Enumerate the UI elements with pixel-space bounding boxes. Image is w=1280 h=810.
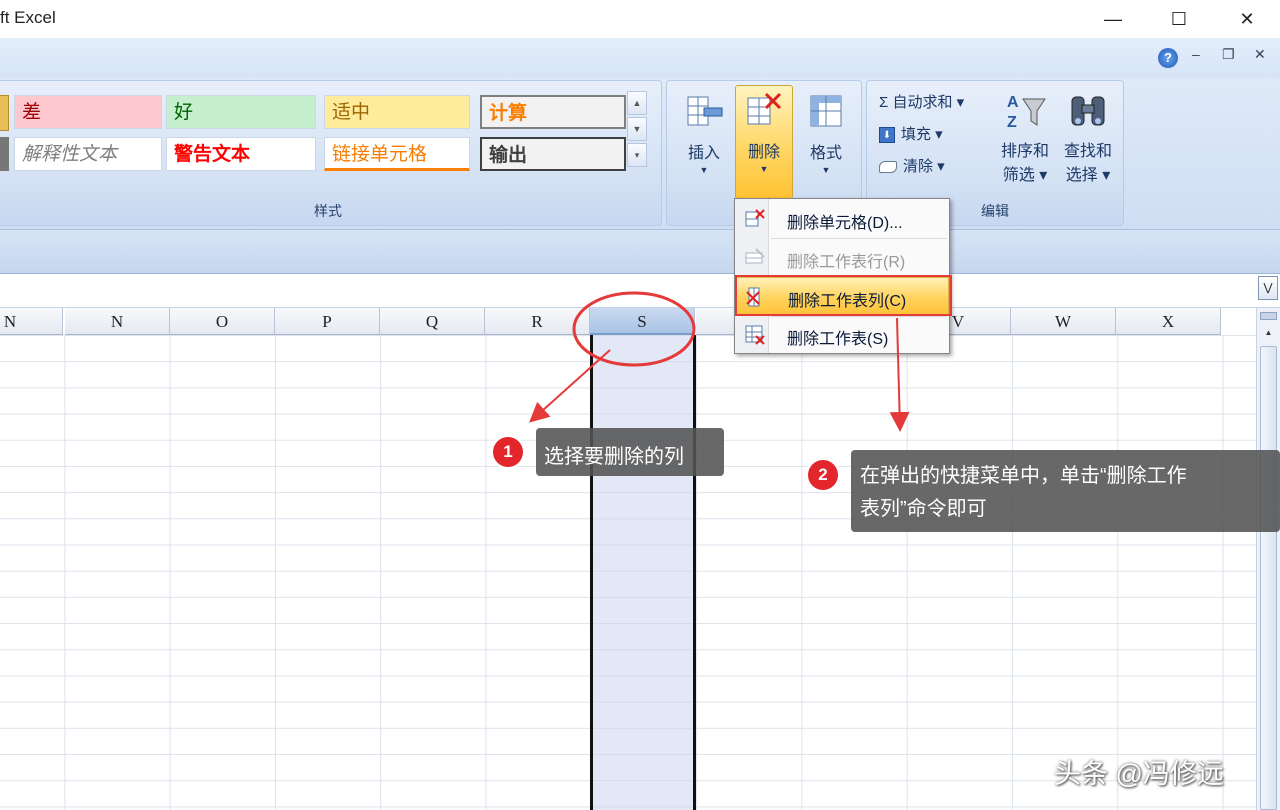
- step2-text-line1: 在弹出的快捷菜单中，单击“删除工作: [860, 465, 1187, 487]
- step2-text-line2: 表列”命令即可: [860, 498, 987, 520]
- watermark: 头条 @冯修远: [1054, 759, 1224, 789]
- step2-badge: 2: [808, 460, 838, 490]
- step1-callout: 选择要删除的列: [536, 428, 724, 476]
- annotation-overlay: [529, 291, 910, 432]
- step2-callout: 在弹出的快捷菜单中，单击“删除工作 表列”命令即可: [851, 450, 1280, 532]
- step1-text: 选择要删除的列: [544, 446, 684, 468]
- column-s-circle: [572, 291, 696, 367]
- step1-badge: 1: [493, 437, 523, 467]
- step1-arrow: [529, 349, 611, 423]
- step2-arrow: [889, 317, 910, 432]
